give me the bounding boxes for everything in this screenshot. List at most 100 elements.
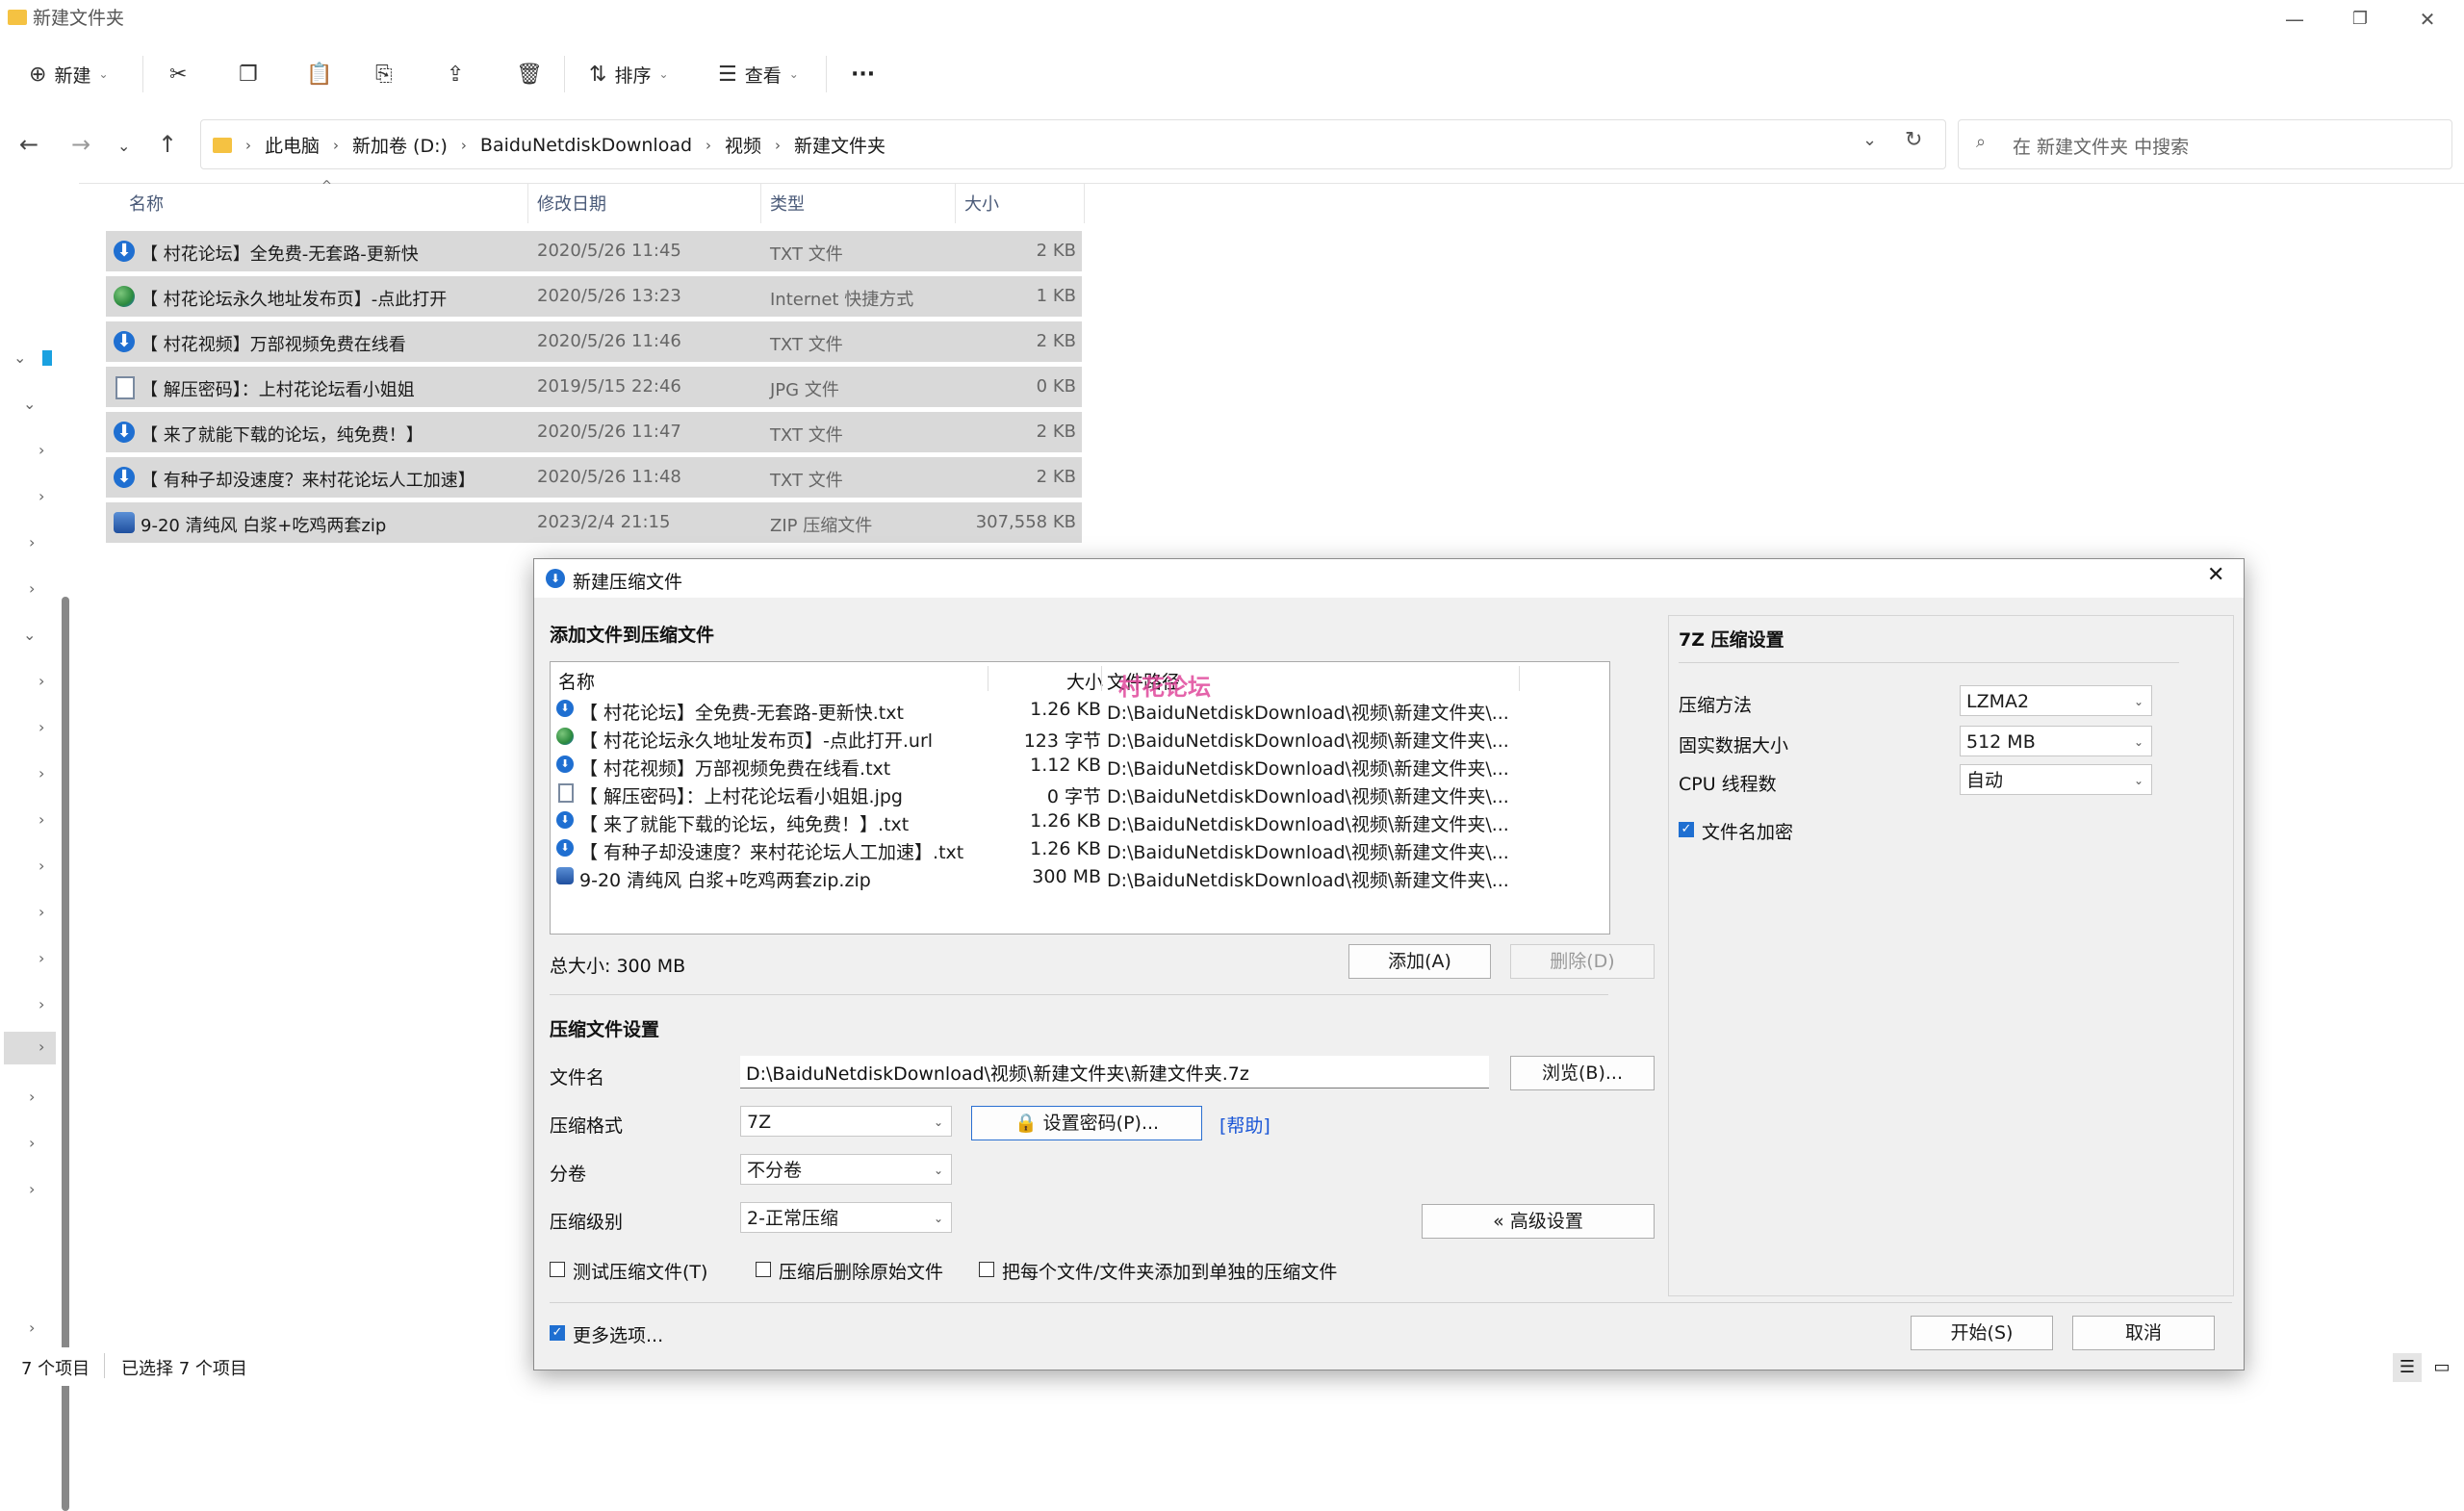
file-row[interactable]: 【 村花论坛永久地址发布页】-点此打开 2020/5/26 13:23 Inte… [106, 276, 1082, 317]
set-password-button[interactable]: 🔒 设置密码(P)... [971, 1106, 1202, 1140]
more-options-button[interactable]: ··· [851, 58, 875, 90]
file-row[interactable]: ⬇ 【 有种子却没速度？来村花论坛人工加速】 2020/5/26 11:48 T… [106, 457, 1082, 498]
list-item[interactable]: 【 村花论坛永久地址发布页】-点此打开.url 123 字节 D:\BaiduN… [556, 723, 1596, 752]
seven-z-settings-panel: 7Z 压缩设置 压缩方法 LZMA2 ⌄ 固实数据大小 512 MB ⌄ CPU… [1668, 615, 2234, 1296]
crumb-this-pc[interactable]: 此电脑 [265, 132, 320, 158]
list-header-size[interactable]: 大小 [1066, 668, 1103, 694]
cancel-button[interactable]: 取消 [2072, 1316, 2215, 1350]
history-chevron-icon[interactable]: ⌄ [1862, 130, 1877, 150]
chevron-right-icon[interactable]: › [38, 764, 44, 782]
new-button[interactable]: ⊕ 新建 ⌄ [29, 58, 109, 90]
column-divider[interactable] [955, 183, 956, 223]
cut-button[interactable]: ✂ [169, 58, 187, 90]
level-select[interactable]: 2-正常压缩 ⌄ [740, 1202, 952, 1233]
paste-button[interactable]: 📋 [306, 58, 332, 90]
up-arrow-icon[interactable]: ↑ [158, 131, 177, 158]
test-archive-checkbox[interactable] [550, 1262, 565, 1277]
column-header-size[interactable]: 大小 [964, 191, 999, 216]
tiles-view-icon[interactable]: ▭ [2427, 1353, 2456, 1382]
file-row[interactable]: ⬇ 【 村花论坛】全免费-无套路-更新快 2020/5/26 11:45 TXT… [106, 231, 1082, 271]
list-item[interactable]: 9-20 清纯风 白浆+吃鸡两套zip.zip 300 MB D:\BaiduN… [556, 862, 1596, 891]
delete-button[interactable]: 删除(D) [1510, 944, 1655, 979]
solid-size-select[interactable]: 512 MB ⌄ [1960, 726, 2152, 756]
nav-selected-item[interactable] [4, 1032, 56, 1064]
chevron-right-icon[interactable]: › [38, 857, 44, 875]
column-divider[interactable] [760, 183, 761, 223]
minimize-icon[interactable]: — [2275, 4, 2314, 35]
chevron-right-icon[interactable]: › [38, 810, 44, 829]
close-icon[interactable]: ✕ [2408, 4, 2447, 35]
list-item[interactable]: ⬇ 【 有种子却没速度？来村花论坛人工加速】.txt 1.26 KB D:\Ba… [556, 834, 1596, 863]
chevron-right-icon[interactable]: › [38, 995, 44, 1013]
crumb-current[interactable]: 新建文件夹 [794, 132, 886, 158]
column-divider[interactable] [1101, 666, 1102, 691]
column-divider[interactable] [1519, 666, 1520, 691]
encrypt-names-checkbox[interactable]: ✓ [1679, 822, 1694, 837]
split-select[interactable]: 不分卷 ⌄ [740, 1154, 952, 1185]
help-link[interactable]: [帮助] [1219, 1112, 1270, 1138]
forward-arrow-icon[interactable]: → [71, 131, 90, 158]
expand-chevron-icon[interactable]: ⌄ [13, 348, 26, 367]
chevron-right-icon[interactable]: › [38, 1037, 44, 1056]
list-item[interactable]: 【 解压密码】：上村花论坛看小姐姐.jpg 0 字节 D:\BaiduNetdi… [556, 779, 1596, 807]
filename-field[interactable]: D:\BaiduNetdiskDownload\视频\新建文件夹\新建文件夹.7… [740, 1056, 1489, 1088]
column-divider[interactable] [527, 183, 528, 223]
column-header-name[interactable]: 名称 [129, 191, 164, 216]
delete-after-checkbox[interactable] [756, 1262, 771, 1277]
format-select[interactable]: 7Z ⌄ [740, 1106, 952, 1137]
chevron-right-icon[interactable]: › [38, 949, 44, 967]
browse-button[interactable]: 浏览(B)... [1510, 1056, 1655, 1090]
list-item[interactable]: ⬇ 【 村花视频】万部视频免费在线看.txt 1.12 KB D:\BaiduN… [556, 751, 1596, 780]
column-header-type[interactable]: 类型 [770, 191, 805, 216]
rename-button[interactable]: ⎘ [375, 58, 393, 90]
copy-button[interactable]: ❐ [239, 58, 258, 90]
document-icon [116, 376, 135, 399]
chevron-right-icon[interactable]: › [38, 487, 44, 505]
file-row[interactable]: 【 解压密码】：上村花论坛看小姐姐 2019/5/15 22:46 JPG 文件… [106, 367, 1082, 407]
separate-archives-checkbox[interactable] [979, 1262, 994, 1277]
file-row[interactable]: ⬇ 【 来了就能下载的论坛，纯免费！】 2020/5/26 11:47 TXT … [106, 412, 1082, 452]
chevron-right-icon[interactable]: › [29, 1088, 35, 1106]
chevron-right-icon[interactable]: › [29, 579, 35, 598]
chevron-right-icon[interactable]: › [38, 441, 44, 459]
back-arrow-icon[interactable]: ← [19, 131, 38, 158]
maximize-icon[interactable]: ❐ [2341, 4, 2379, 35]
share-button[interactable]: ⇪ [447, 58, 464, 90]
chevron-right-icon[interactable]: › [38, 903, 44, 921]
list-item[interactable]: ⬇ 【 来了就能下载的论坛，纯免费！】.txt 1.26 KB D:\Baidu… [556, 807, 1596, 835]
recent-chevron-icon[interactable]: ⌄ [117, 137, 130, 155]
chevron-right-icon[interactable]: › [29, 1319, 35, 1337]
add-button[interactable]: 添加(A) [1348, 944, 1491, 979]
expand-chevron-icon[interactable]: ⌄ [23, 626, 36, 644]
details-view-icon[interactable]: ☰ [2393, 1353, 2422, 1382]
crumb-drive[interactable]: 新加卷 (D:) [352, 132, 448, 158]
address-bar[interactable]: › 此电脑 › 新加卷 (D:) › BaiduNetdiskDownload … [200, 119, 1946, 169]
chevron-right-icon[interactable]: › [29, 533, 35, 551]
search-input[interactable]: ⌕ 在 新建文件夹 中搜索 [1958, 119, 2452, 169]
threads-select[interactable]: 自动 ⌄ [1960, 764, 2152, 795]
delete-button[interactable]: 🗑 [516, 58, 543, 90]
list-item[interactable]: ⬇ 【 村花论坛】全免费-无套路-更新快.txt 1.26 KB D:\Baid… [556, 695, 1596, 724]
crumb-video[interactable]: 视频 [725, 132, 761, 158]
list-header-name[interactable]: 名称 [558, 668, 595, 694]
file-row[interactable]: ⬇ 【 村花视频】万部视频免费在线看 2020/5/26 11:46 TXT 文… [106, 321, 1082, 362]
column-divider[interactable] [1084, 183, 1085, 223]
view-button[interactable]: ☰ 查看 ⌄ [718, 58, 799, 90]
expand-chevron-icon[interactable]: ⌄ [23, 395, 36, 413]
crumb-baidu[interactable]: BaiduNetdiskDownload [480, 135, 692, 156]
chevron-right-icon[interactable]: › [38, 718, 44, 736]
file-row[interactable]: 9-20 清纯风 白浆+吃鸡两套zip 2023/2/4 21:15 ZIP 压… [106, 502, 1082, 543]
chevron-right-icon[interactable]: › [29, 1134, 35, 1152]
column-header-date[interactable]: 修改日期 [537, 191, 606, 216]
refresh-icon[interactable]: ↻ [1905, 128, 1922, 152]
sort-button[interactable]: ⇅ 排序 ⌄ [589, 58, 669, 90]
chevron-right-icon[interactable]: › [38, 672, 44, 690]
archive-file-list[interactable]: 名称 大小 文件路径 村花论坛 ⬇ 【 村花论坛】全免费-无套路-更新快.txt… [550, 661, 1610, 935]
method-select[interactable]: LZMA2 ⌄ [1960, 685, 2152, 716]
chevron-right-icon[interactable]: › [29, 1180, 35, 1198]
start-button[interactable]: 开始(S) [1911, 1316, 2053, 1350]
more-options-checkbox[interactable]: ✓ [550, 1325, 565, 1341]
close-icon[interactable]: ✕ [2207, 563, 2224, 587]
item-size: 1.26 KB [1030, 699, 1101, 720]
advanced-settings-button[interactable]: « 高级设置 [1422, 1204, 1655, 1239]
